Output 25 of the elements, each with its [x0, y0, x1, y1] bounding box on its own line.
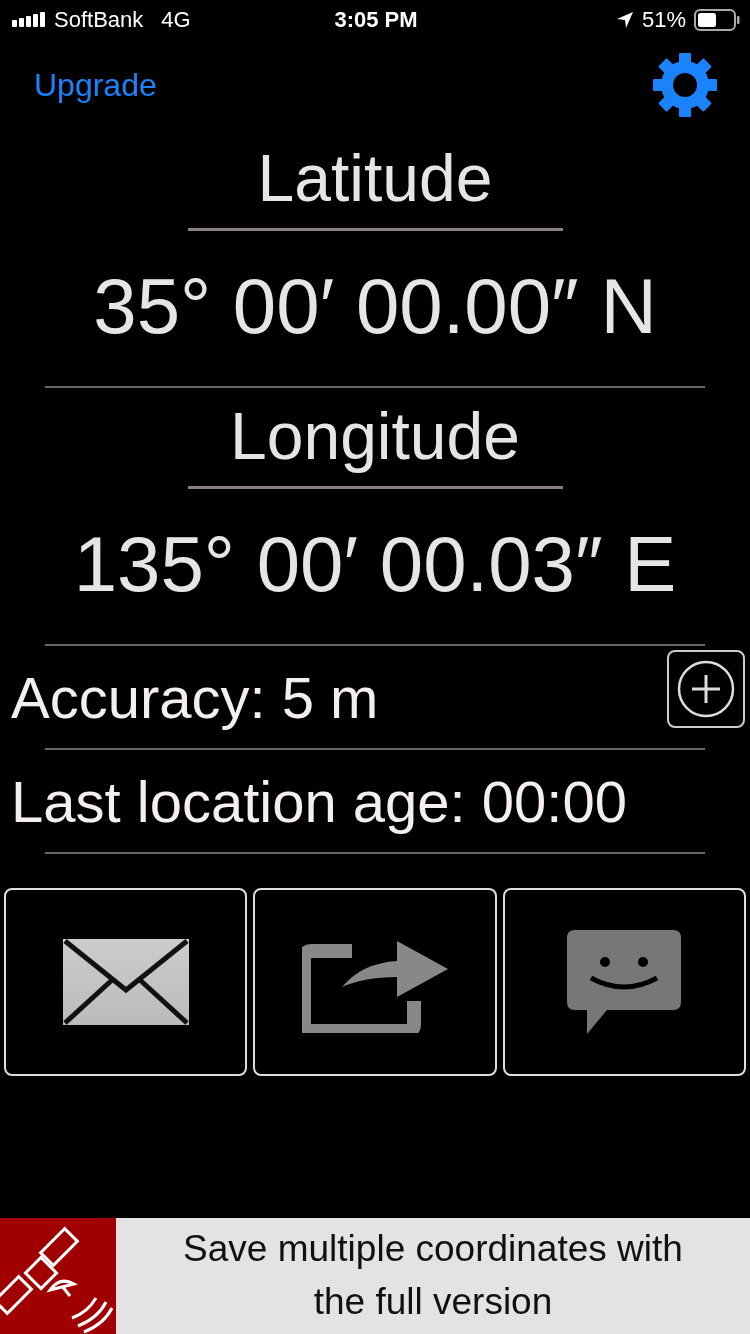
coordinate-label: Longitude	[187, 394, 563, 489]
share-button[interactable]	[253, 888, 497, 1076]
settings-icon[interactable]	[652, 52, 718, 118]
upgrade-link[interactable]: Upgrade	[34, 66, 157, 104]
plus-circle-icon	[677, 660, 735, 718]
status-time: 3:05 PM	[334, 7, 418, 33]
signal-icon	[12, 12, 46, 28]
message-button[interactable]	[502, 888, 746, 1076]
carrier-name: SoftBank	[54, 7, 144, 33]
location-age-text: Last location age: 00:00	[11, 767, 627, 835]
promo-banner[interactable]: Save multiple coordinates with the full version	[0, 1218, 750, 1334]
mail-button[interactable]	[4, 888, 248, 1076]
envelope-icon	[61, 938, 190, 1026]
smiley-message-icon	[567, 930, 682, 1034]
coordinate-value: 35° 00′ 00.00″ N	[45, 231, 705, 388]
banner-text: Save multiple coordinates with the full version	[182, 1227, 684, 1324]
satellite-icon	[0, 1218, 116, 1334]
coordinate-label: Latitude	[187, 136, 563, 231]
network-type: 4G	[161, 7, 191, 33]
coordinate-value: 135° 00′ 00.03″ E	[45, 489, 705, 646]
add-button[interactable]	[667, 650, 745, 728]
battery-icon	[694, 9, 740, 31]
location-arrow-icon	[615, 11, 634, 29]
accuracy-text: Accuracy: 5 m	[11, 663, 379, 731]
battery-percent: 51%	[641, 7, 686, 33]
